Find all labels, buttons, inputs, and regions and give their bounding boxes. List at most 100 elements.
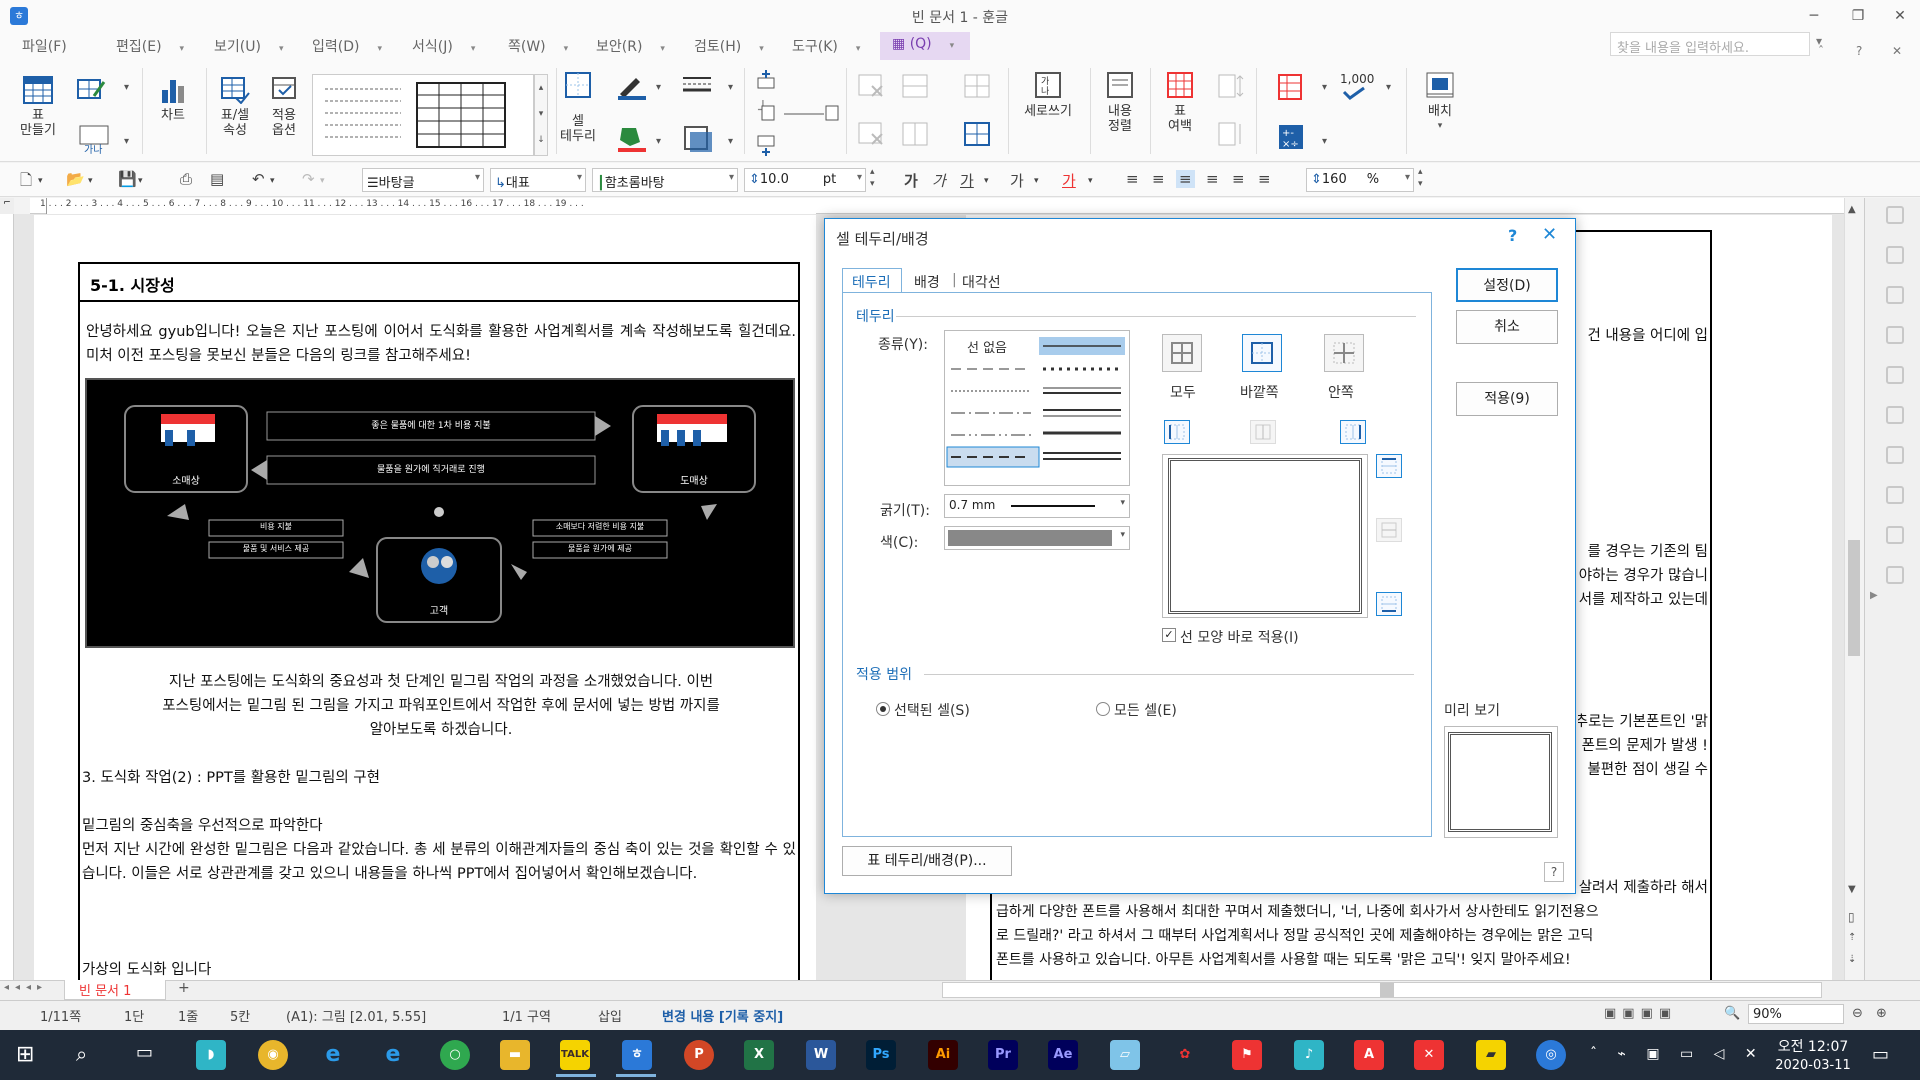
arrange-button[interactable]: 배치 ▾ bbox=[1416, 70, 1464, 134]
col-width-icon[interactable] bbox=[1216, 120, 1246, 152]
tab-diagonal[interactable]: 대각선 bbox=[962, 272, 1001, 294]
side-icon-3[interactable] bbox=[1886, 286, 1904, 304]
color-select[interactable]: ▾ bbox=[944, 526, 1130, 550]
tab-background[interactable]: 배경 bbox=[914, 272, 940, 294]
close-window-button[interactable]: ✕ bbox=[1880, 4, 1920, 28]
app-icon-4[interactable]: ✿ bbox=[1170, 1040, 1200, 1070]
sticky-notes-icon[interactable]: ▰ bbox=[1476, 1040, 1506, 1070]
menu-edit[interactable]: 편집(E) ▾ bbox=[116, 36, 184, 56]
align-center-icon[interactable]: ≡ bbox=[1176, 170, 1195, 188]
gallery-scroll[interactable]: ▴ ▾ ↓ bbox=[534, 74, 548, 156]
radio-selected-cell[interactable] bbox=[876, 702, 890, 716]
fill-color-icon[interactable] bbox=[614, 124, 648, 158]
excel-icon[interactable]: X bbox=[744, 1040, 774, 1070]
vertical-ruler[interactable] bbox=[0, 214, 14, 980]
chart-button[interactable]: 차트 bbox=[150, 76, 196, 123]
apply-shape-checkbox[interactable]: ✓ bbox=[1162, 628, 1176, 642]
line-style-icon[interactable] bbox=[680, 72, 714, 106]
style-select[interactable]: ☰바탕글 bbox=[362, 168, 484, 192]
menu-tools[interactable]: 도구(K) ▾ bbox=[792, 36, 860, 56]
premiere-icon[interactable]: Pr bbox=[988, 1040, 1018, 1070]
side-icon-10[interactable] bbox=[1886, 566, 1904, 584]
app-icon-1[interactable]: ◗ bbox=[196, 1040, 226, 1070]
hwp-taskbar-icon[interactable]: ㅎ bbox=[622, 1040, 652, 1070]
align-justify-icon[interactable]: ≡ bbox=[1126, 170, 1139, 188]
help-icon[interactable]: ? bbox=[1856, 44, 1862, 58]
prev-page-icon[interactable]: ⇡ bbox=[1848, 932, 1856, 943]
font-size-input[interactable]: ⇕10.0 pt bbox=[744, 168, 866, 192]
cell-calc-icon[interactable] bbox=[1276, 72, 1306, 106]
side-icon-6[interactable] bbox=[1886, 406, 1904, 424]
zoom-select[interactable]: 90% bbox=[1748, 1004, 1844, 1024]
shadow-icon[interactable] bbox=[682, 124, 716, 158]
font-color-button[interactable]: 가 bbox=[1062, 170, 1076, 191]
side-icon-8[interactable] bbox=[1886, 486, 1904, 504]
clock-time[interactable]: 오전 12:07 bbox=[1768, 1036, 1858, 1056]
minimize-button[interactable]: ─ bbox=[1794, 4, 1834, 28]
row-height-icon[interactable] bbox=[1216, 72, 1246, 104]
zoom-out-icon[interactable]: ⊖ bbox=[1852, 1006, 1863, 1021]
tab-nav-icons[interactable]: ◂◂◂▸ bbox=[4, 982, 48, 993]
strike-button[interactable]: 가 bbox=[1010, 170, 1024, 191]
menu-insert[interactable]: 입력(D) ▾ bbox=[312, 36, 382, 56]
dialog-corner-help[interactable]: ? bbox=[1544, 862, 1564, 882]
photoshop-icon[interactable]: Ps bbox=[866, 1040, 896, 1070]
collapse-ribbon-icon[interactable]: ˆ bbox=[1818, 44, 1824, 58]
formula-icon[interactable]: +- ×÷ bbox=[1276, 122, 1306, 156]
app-icon-8[interactable]: ◎ bbox=[1536, 1040, 1566, 1070]
illustrator-icon[interactable]: Ai bbox=[928, 1040, 958, 1070]
dialog-titlebar[interactable] bbox=[825, 219, 1575, 257]
cell-grid-icon[interactable] bbox=[962, 120, 992, 152]
align-divide-icon[interactable]: ≡ bbox=[1258, 170, 1271, 188]
status-mode[interactable]: 삽입 bbox=[598, 1006, 622, 1025]
side-icon-7[interactable] bbox=[1886, 446, 1904, 464]
app-icon-7[interactable]: ✕ bbox=[1414, 1040, 1444, 1070]
split-cell-icon[interactable] bbox=[900, 120, 930, 152]
menu-file[interactable]: 파일(F) bbox=[22, 36, 67, 56]
font-select[interactable]: ┃함초롬바탕 bbox=[592, 168, 738, 192]
side-icon-4[interactable] bbox=[1886, 326, 1904, 344]
menu-view[interactable]: 보기(U) ▾ bbox=[214, 36, 283, 56]
apply-options-button[interactable]: 적용 옵션 bbox=[262, 76, 306, 138]
acrobat-icon[interactable]: A bbox=[1354, 1040, 1384, 1070]
delete-cell-icon[interactable] bbox=[856, 72, 886, 104]
set-button[interactable]: 설정(D) bbox=[1456, 268, 1558, 302]
line-spacing-spinner[interactable]: ▴ ▾ bbox=[1418, 166, 1423, 190]
ruler-corner[interactable]: ⌐ bbox=[0, 198, 14, 214]
status-track-changes[interactable]: 변경 내용 [기록 중지] bbox=[662, 1006, 783, 1025]
apply-button[interactable]: 적용(9) bbox=[1456, 382, 1558, 416]
side-icon-5[interactable] bbox=[1886, 366, 1904, 384]
tab-border[interactable]: 테두리 bbox=[852, 272, 891, 294]
ie-icon[interactable]: e bbox=[318, 1040, 348, 1070]
insert-row-below-icon[interactable] bbox=[754, 134, 778, 162]
aftereffects-icon[interactable]: Ae bbox=[1048, 1040, 1078, 1070]
h-scroll-thumb[interactable] bbox=[1380, 983, 1394, 997]
scroll-thumb[interactable] bbox=[1848, 540, 1860, 656]
menu-page[interactable]: 쪽(W) ▾ bbox=[508, 36, 568, 56]
menu-security[interactable]: 보안(R) ▾ bbox=[596, 36, 665, 56]
menu-table[interactable]: ▦ (Q) ▾ bbox=[892, 36, 954, 52]
open-icon[interactable]: 📂 bbox=[66, 170, 85, 188]
cell-border-button[interactable]: 셀 테두리 bbox=[558, 70, 598, 144]
align-left-icon[interactable]: ≡ bbox=[1152, 170, 1165, 188]
thickness-select[interactable]: 0.7 mm ▾ bbox=[944, 494, 1130, 518]
chrome-icon[interactable]: ◉ bbox=[258, 1040, 288, 1070]
table-border-background-button[interactable]: 표 테두리/배경(P)... bbox=[842, 846, 1012, 876]
side-icon-2[interactable] bbox=[1886, 246, 1904, 264]
flow-diagram-image[interactable]: 소매상 도매상 고객 좋은 물품에 대한 1차 비용 지불 물품을 원가에 직거… bbox=[85, 378, 795, 648]
word-icon[interactable]: W bbox=[806, 1040, 836, 1070]
app-icon-6[interactable]: ♪ bbox=[1294, 1040, 1324, 1070]
zoom-icon[interactable]: 🔍 bbox=[1724, 1006, 1740, 1021]
page-view-icon[interactable]: ▯ bbox=[1848, 910, 1855, 924]
align-right-icon[interactable]: ≡ bbox=[1206, 170, 1219, 188]
content-align-button[interactable]: 내용 정렬 bbox=[1098, 70, 1142, 134]
block-sum-icon[interactable] bbox=[962, 72, 992, 104]
top-border-toggle[interactable] bbox=[1376, 454, 1402, 478]
line-type-list[interactable]: 선 없음 bbox=[944, 330, 1130, 486]
print-icon[interactable]: ⎙ bbox=[180, 170, 192, 188]
undo-icon[interactable]: ↶ bbox=[252, 170, 265, 188]
menu-review[interactable]: 검토(H) ▾ bbox=[694, 36, 764, 56]
dialog-close-button[interactable]: ✕ bbox=[1542, 224, 1557, 245]
notification-icon[interactable]: ▭ bbox=[1872, 1044, 1889, 1065]
make-table-button[interactable]: 표 만들기 bbox=[14, 76, 62, 138]
